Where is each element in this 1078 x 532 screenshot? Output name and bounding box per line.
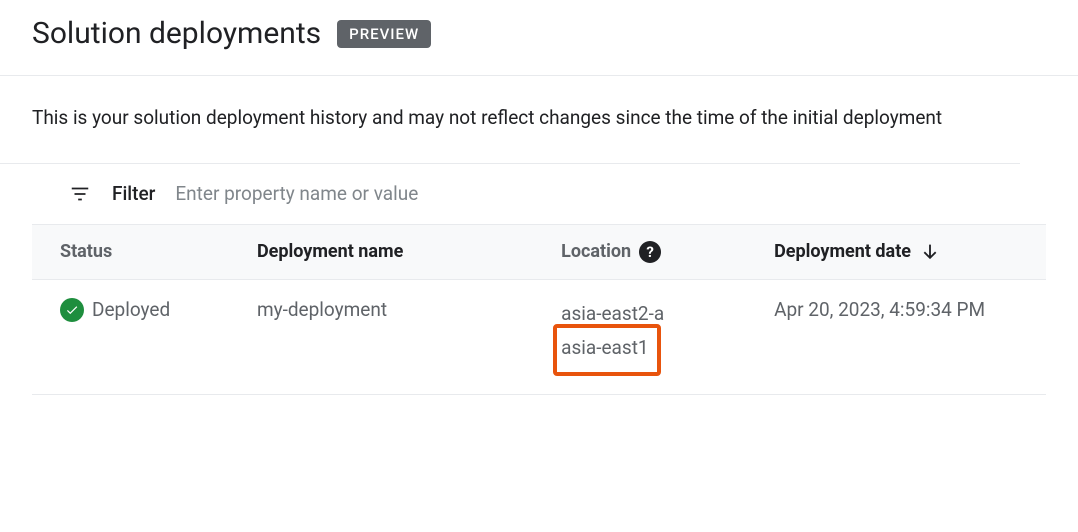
help-icon[interactable]: ? — [639, 241, 661, 263]
filter-label: Filter — [112, 182, 155, 205]
filter-bar: Filter — [0, 164, 1078, 224]
status-text: Deployed — [92, 298, 170, 321]
location-highlight: asia-east1 — [553, 324, 660, 376]
column-header-date[interactable]: Deployment date — [762, 224, 1046, 279]
column-header-status[interactable]: Status — [32, 224, 245, 279]
page-title: Solution deployments — [32, 16, 321, 51]
status-cell: Deployed — [32, 279, 245, 395]
check-circle-icon — [60, 298, 84, 322]
deployments-table: Status Deployment name Location ? — [32, 224, 1046, 396]
table-header-row: Status Deployment name Location ? — [32, 224, 1046, 279]
location-cell: asia-east2-a asia-east1 — [549, 279, 762, 395]
sort-descending-icon — [919, 241, 941, 263]
column-header-name[interactable]: Deployment name — [245, 224, 549, 279]
filter-icon — [68, 182, 92, 206]
date-cell: Apr 20, 2023, 4:59:34 PM — [762, 279, 1046, 395]
preview-badge: PREVIEW — [337, 20, 431, 48]
name-cell: my-deployment — [245, 279, 549, 395]
description-text: This is your solution deployment history… — [0, 76, 1020, 164]
table-row[interactable]: Deployed my-deployment asia-east2-a asia… — [32, 279, 1046, 395]
filter-input[interactable] — [175, 182, 1046, 205]
location-value-2: asia-east1 — [561, 336, 648, 359]
column-header-location[interactable]: Location ? — [549, 224, 762, 279]
